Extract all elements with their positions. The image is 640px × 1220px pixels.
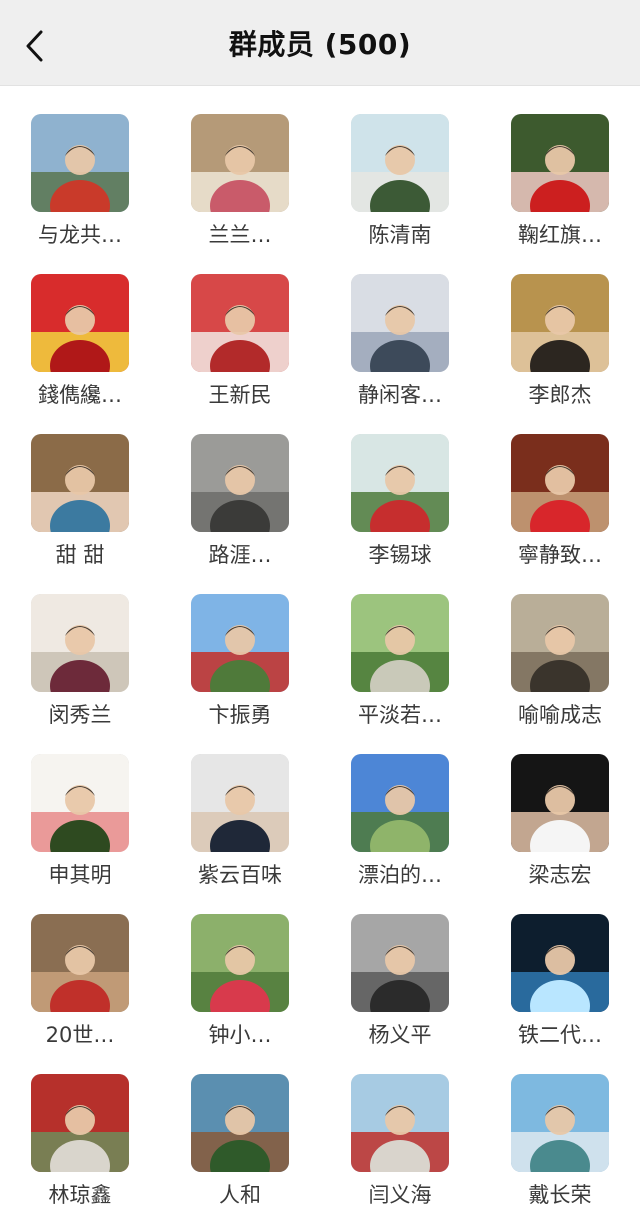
member-name: 喻喻成志 [518, 703, 602, 727]
member-item[interactable]: 甜 甜 [0, 434, 160, 594]
member-name: 鞠红旗… [518, 223, 602, 247]
member-item[interactable]: 陈清南 [320, 114, 480, 274]
member-item[interactable]: 王新民 [160, 274, 320, 434]
member-item[interactable]: 鞠红旗… [480, 114, 640, 274]
member-name: 路涯… [208, 543, 272, 567]
member-item[interactable]: 铁二代… [480, 914, 640, 1074]
member-name: 漂泊的… [358, 863, 442, 887]
member-item[interactable]: 梁志宏 [480, 754, 640, 914]
member-name: 杨义平 [368, 1023, 432, 1047]
member-avatar[interactable] [351, 1074, 449, 1172]
member-avatar[interactable] [511, 274, 609, 372]
member-item[interactable]: 錢儁纔… [0, 274, 160, 434]
member-avatar[interactable] [511, 1074, 609, 1172]
chevron-left-icon [23, 29, 45, 67]
member-avatar[interactable] [31, 434, 129, 532]
member-avatar[interactable] [191, 594, 289, 692]
member-avatar[interactable] [351, 114, 449, 212]
member-item[interactable]: 申其明 [0, 754, 160, 914]
member-avatar[interactable] [191, 914, 289, 1012]
member-item[interactable]: 20世… [0, 914, 160, 1074]
member-name: 铁二代… [518, 1023, 602, 1047]
member-item[interactable]: 卞振勇 [160, 594, 320, 754]
member-item[interactable]: 闫义海 [320, 1074, 480, 1220]
member-name: 20世… [45, 1023, 115, 1047]
nav-bar: 群成员 (500) [0, 0, 640, 86]
member-avatar[interactable] [511, 754, 609, 852]
member-grid: 与龙共… 兰兰… 陈清南 鞠红旗… 錢儁纔… 王新民 静闲客… 李郎杰甜 甜 路涯… 李锡球 寧静致… [0, 86, 640, 1220]
member-name: 人和 [219, 1183, 261, 1207]
member-item[interactable]: 寧静致… [480, 434, 640, 594]
back-button[interactable] [14, 28, 54, 68]
member-avatar[interactable] [31, 274, 129, 372]
member-item[interactable]: 静闲客… [320, 274, 480, 434]
member-avatar[interactable] [191, 434, 289, 532]
member-avatar[interactable] [511, 434, 609, 532]
member-item[interactable]: 李郎杰 [480, 274, 640, 434]
member-avatar[interactable] [31, 594, 129, 692]
member-name: 申其明 [48, 863, 112, 887]
member-name: 静闲客… [358, 383, 442, 407]
member-name: 寧静致… [518, 543, 602, 567]
page-title: 群成员 (500) [228, 28, 412, 61]
member-item[interactable]: 戴长荣 [480, 1074, 640, 1220]
member-avatar[interactable] [31, 754, 129, 852]
member-name: 王新民 [208, 383, 272, 407]
member-avatar[interactable] [191, 754, 289, 852]
member-avatar[interactable] [511, 114, 609, 212]
member-avatar[interactable] [351, 914, 449, 1012]
member-avatar[interactable] [351, 274, 449, 372]
member-avatar[interactable] [31, 1074, 129, 1172]
member-name: 甜 甜 [55, 543, 105, 567]
member-avatar[interactable] [351, 594, 449, 692]
member-name: 卞振勇 [208, 703, 272, 727]
member-item[interactable]: 闵秀兰 [0, 594, 160, 754]
member-name: 紫云百味 [198, 863, 282, 887]
member-item[interactable]: 与龙共… [0, 114, 160, 274]
member-name: 錢儁纔… [38, 383, 122, 407]
member-avatar[interactable] [191, 1074, 289, 1172]
member-name: 平淡若… [358, 703, 442, 727]
member-avatar[interactable] [511, 914, 609, 1012]
member-avatar[interactable] [31, 914, 129, 1012]
member-item[interactable]: 紫云百味 [160, 754, 320, 914]
member-name: 戴长荣 [528, 1183, 592, 1207]
member-item[interactable]: 杨义平 [320, 914, 480, 1074]
member-avatar[interactable] [191, 114, 289, 212]
member-name: 兰兰… [208, 223, 272, 247]
member-avatar[interactable] [31, 114, 129, 212]
member-avatar[interactable] [511, 594, 609, 692]
member-item[interactable]: 人和 [160, 1074, 320, 1220]
member-name: 钟小… [208, 1023, 272, 1047]
member-name: 闵秀兰 [48, 703, 112, 727]
member-name: 李郎杰 [528, 383, 592, 407]
member-avatar[interactable] [351, 754, 449, 852]
member-item[interactable]: 李锡球 [320, 434, 480, 594]
member-item[interactable]: 漂泊的… [320, 754, 480, 914]
member-name: 闫义海 [368, 1183, 432, 1207]
member-name: 林琼鑫 [48, 1183, 112, 1207]
member-item[interactable]: 路涯… [160, 434, 320, 594]
member-avatar[interactable] [191, 274, 289, 372]
member-item[interactable]: 钟小… [160, 914, 320, 1074]
member-item[interactable]: 林琼鑫 [0, 1074, 160, 1220]
member-item[interactable]: 平淡若… [320, 594, 480, 754]
member-name: 梁志宏 [528, 863, 592, 887]
member-name: 陈清南 [368, 223, 432, 247]
member-item[interactable]: 兰兰… [160, 114, 320, 274]
member-item[interactable]: 喻喻成志 [480, 594, 640, 754]
member-avatar[interactable] [351, 434, 449, 532]
member-name: 李锡球 [368, 543, 432, 567]
member-name: 与龙共… [38, 223, 122, 247]
